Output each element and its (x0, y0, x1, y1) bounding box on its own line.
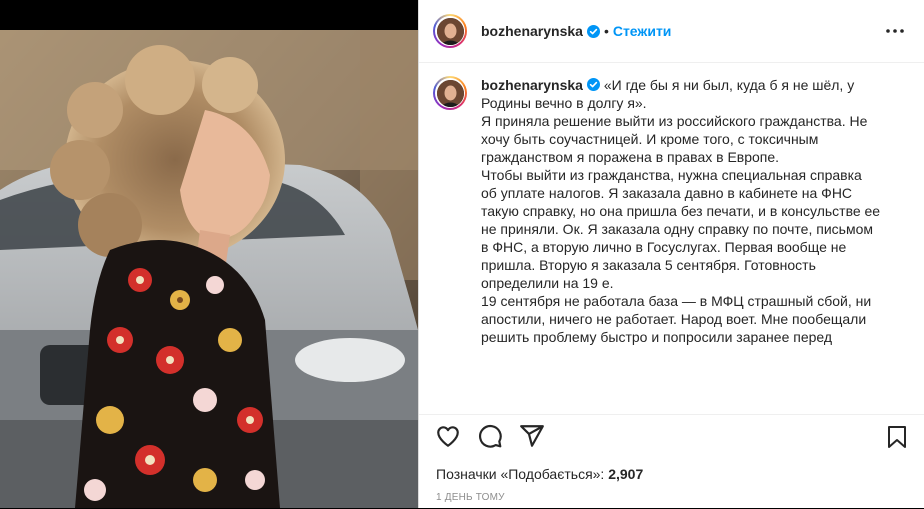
likes-label: Позначки «Подобається»: (436, 466, 609, 482)
comment-icon[interactable] (477, 423, 503, 451)
post-actions: Позначки «Подобається»: 2,907 1 день том… (419, 414, 924, 509)
caption-paragraph: Чтобы выйти из гражданства, нужна специа… (481, 167, 881, 291)
likes-count[interactable]: Позначки «Подобається»: 2,907 (436, 466, 643, 482)
post-timestamp[interactable]: 1 день тому (436, 492, 505, 503)
verified-badge-icon (586, 77, 600, 91)
post-header: bozhenarynska • Стежити (419, 0, 924, 63)
post-photo[interactable] (0, 0, 418, 508)
caption-username[interactable]: bozhenarynska (481, 77, 583, 93)
post-image (0, 0, 418, 508)
verified-badge-icon (586, 24, 600, 38)
likes-number: 2,907 (608, 466, 644, 482)
caption-first-line: bozhenarynska «И где бы я ни был, куда б… (481, 76, 881, 112)
author-username[interactable]: bozhenarynska (481, 23, 583, 39)
follow-button[interactable]: Стежити (613, 23, 672, 39)
caption-paragraph: 19 сентября не работала база — в МФЦ стр… (481, 293, 872, 345)
post-sidebar: bozhenarynska • Стежити bozhenarynska «И… (418, 0, 924, 508)
separator-dot: • (603, 23, 609, 39)
heart-icon[interactable] (435, 423, 461, 451)
bookmark-icon[interactable] (886, 425, 908, 449)
caption-area[interactable]: bozhenarynska «И где бы я ни был, куда б… (419, 62, 924, 414)
more-options-icon[interactable] (884, 22, 906, 40)
caption-text: bozhenarynska «И где бы я ни был, куда б… (481, 76, 881, 346)
caption-paragraph: Я приняла решение выйти из российского г… (481, 113, 868, 165)
author-avatar[interactable] (433, 14, 467, 48)
caption-avatar[interactable] (433, 76, 467, 110)
share-icon[interactable] (519, 423, 545, 451)
